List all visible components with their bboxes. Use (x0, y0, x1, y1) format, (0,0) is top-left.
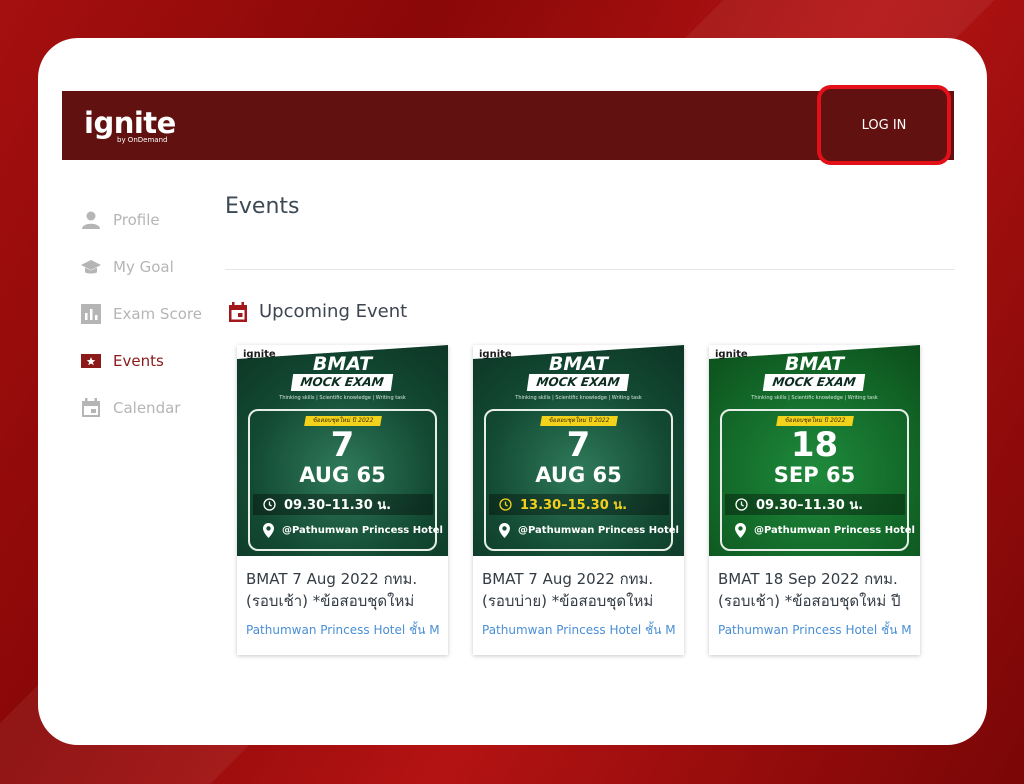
sidebar-item-exam-score[interactable]: Exam Score (80, 290, 220, 337)
poster-subheadline: MOCK EXAM (762, 374, 866, 391)
brand-logo[interactable]: ignite by OnDemand (84, 108, 184, 148)
poster-place-text: @Pathumwan Princess Hotel (282, 525, 443, 536)
event-poster: ignite BMAT MOCK EXAM Thinking skills | … (473, 345, 684, 556)
sidebar-item-label: Events (113, 351, 164, 370)
poster-month: AUG 65 (535, 463, 622, 487)
event-poster: ignite BMAT MOCK EXAM Thinking skills | … (709, 345, 920, 556)
poster-day: 7 (566, 425, 591, 465)
event-title: BMAT 7 Aug 2022 กทม. (รอบบ่าย) *ข้อสอบชุ… (482, 570, 654, 610)
sidebar-item-label: My Goal (113, 257, 174, 276)
sidebar-item-calendar[interactable]: Calendar (80, 384, 220, 431)
event-location: Pathumwan Princess Hotel ชั้น M (482, 623, 675, 637)
clock-icon (263, 498, 276, 511)
sidebar-item-profile[interactable]: Profile (80, 196, 220, 243)
poster-time: 13.30–15.30 น. (489, 494, 669, 515)
brand-tagline: by OnDemand (117, 136, 168, 144)
bar-chart-icon (80, 303, 102, 325)
login-button[interactable]: LOG IN (817, 85, 951, 165)
poster-headline: BMAT (312, 353, 373, 375)
clock-icon (499, 498, 512, 511)
poster-time: 09.30–11.30 น. (725, 494, 905, 515)
poster-day: 18 (790, 425, 839, 465)
clock-icon (735, 498, 748, 511)
sidebar-item-label: Calendar (113, 398, 181, 417)
event-location: Pathumwan Princess Hotel ชั้น M (246, 623, 439, 637)
poster-place: @Pathumwan Princess Hotel (735, 523, 915, 538)
page-title: Events (225, 194, 300, 219)
poster-place: @Pathumwan Princess Hotel (499, 523, 679, 538)
sidebar-item-my-goal[interactable]: My Goal (80, 243, 220, 290)
graduation-cap-icon (80, 256, 102, 278)
poster-skills: Thinking skills | Scientific knowledge |… (751, 395, 878, 401)
section-title: Upcoming Event (259, 301, 408, 322)
poster-time-text: 09.30–11.30 น. (284, 498, 392, 513)
poster-time: 09.30–11.30 น. (253, 494, 433, 515)
poster-day: 7 (330, 425, 355, 465)
event-location: Pathumwan Princess Hotel ชั้น M (718, 623, 911, 637)
event-poster: ignite BMAT MOCK EXAM Thinking skills | … (237, 345, 448, 556)
poster-time-text: 13.30–15.30 น. (520, 498, 628, 513)
event-title: BMAT 18 Sep 2022 กทม. (รอบเช้า) *ข้อสอบช… (718, 570, 901, 610)
calendar-icon (229, 301, 247, 322)
brand-name: ignite (84, 106, 176, 140)
event-card[interactable]: ignite BMAT MOCK EXAM Thinking skills | … (473, 345, 684, 655)
poster-place-text: @Pathumwan Princess Hotel (518, 525, 679, 536)
event-title: BMAT 7 Aug 2022 กทม. (รอบเช้า) *ข้อสอบชุ… (246, 570, 418, 610)
poster-place-text: @Pathumwan Princess Hotel (754, 525, 915, 536)
sidebar-item-label: Profile (113, 210, 160, 229)
divider (225, 269, 955, 270)
poster-skills: Thinking skills | Scientific knowledge |… (279, 395, 406, 401)
poster-place: @Pathumwan Princess Hotel (263, 523, 443, 538)
poster-time-text: 09.30–11.30 น. (756, 498, 864, 513)
user-icon (80, 209, 102, 231)
sidebar-nav: Profile My Goal Exam Score Events Calend… (80, 196, 220, 431)
poster-skills: Thinking skills | Scientific knowledge |… (515, 395, 642, 401)
ticket-star-icon (80, 350, 102, 372)
poster-month: SEP 65 (773, 463, 856, 487)
location-pin-icon (735, 523, 746, 538)
event-card[interactable]: ignite BMAT MOCK EXAM Thinking skills | … (237, 345, 448, 655)
sidebar-item-label: Exam Score (113, 304, 202, 323)
event-card[interactable]: ignite BMAT MOCK EXAM Thinking skills | … (709, 345, 920, 655)
poster-headline: BMAT (548, 353, 609, 375)
section-header: Upcoming Event (229, 301, 407, 322)
sidebar-item-events[interactable]: Events (80, 337, 220, 384)
poster-subheadline: MOCK EXAM (290, 374, 394, 391)
location-pin-icon (263, 523, 274, 538)
poster-subheadline: MOCK EXAM (526, 374, 630, 391)
calendar-icon (80, 397, 102, 419)
poster-headline: BMAT (784, 353, 845, 375)
location-pin-icon (499, 523, 510, 538)
poster-month: AUG 65 (299, 463, 386, 487)
